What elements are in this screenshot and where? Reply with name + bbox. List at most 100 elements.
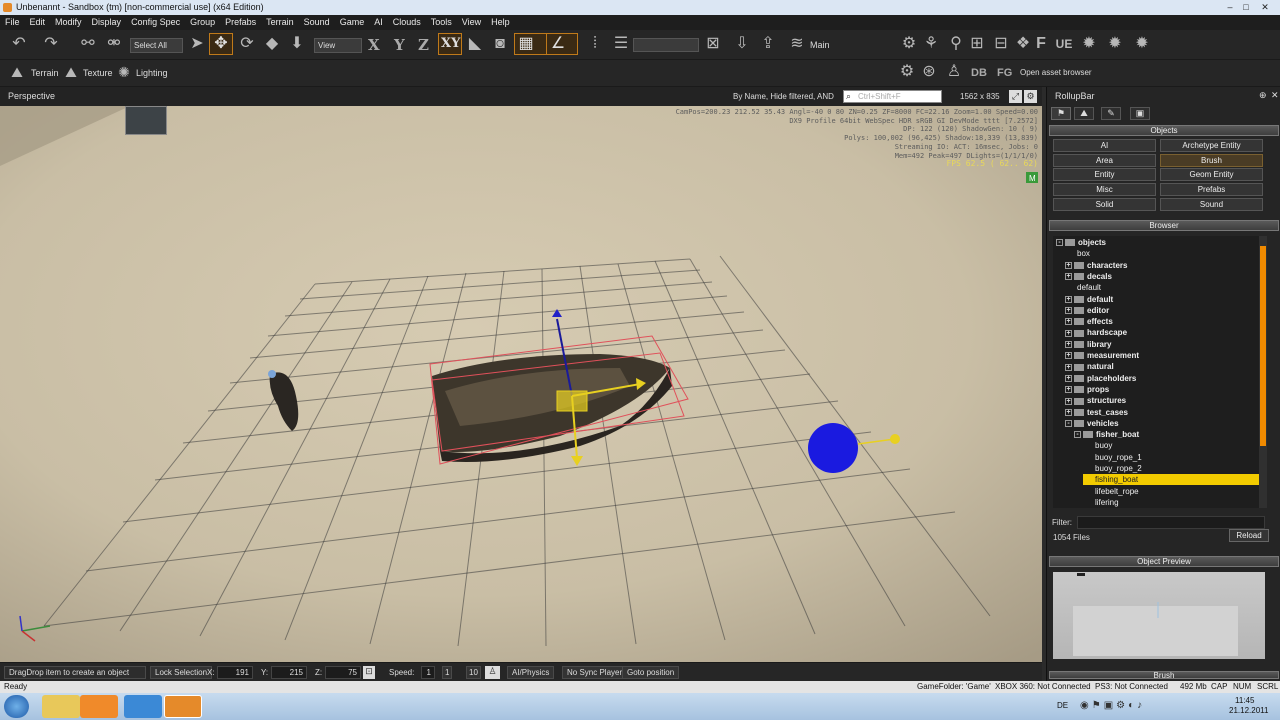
display-tab-icon[interactable]: ▣ [1130,107,1150,120]
object-preview-header[interactable]: Object Preview [1049,556,1279,567]
menu-group[interactable]: Group [185,15,220,30]
perspective-viewport[interactable]: M CamPos=200.23 212.52 35.43 Angl=-40 0 … [0,106,1042,662]
collapse-icon[interactable]: - [1074,431,1081,439]
expand-icon[interactable]: + [1065,397,1072,405]
misc-button[interactable]: Misc [1053,183,1156,196]
collapse-icon[interactable]: - [1056,239,1063,247]
export-icon[interactable]: ⇩ [731,34,753,54]
expand-icon[interactable]: + [1065,295,1072,303]
axis-z-button[interactable]: Z [418,36,429,54]
menu-prefabs[interactable]: Prefabs [220,15,261,30]
menu-display[interactable]: Display [87,15,127,30]
menu-clouds[interactable]: Clouds [388,15,426,30]
lock-icon[interactable]: ⊡ [363,666,375,679]
start-button[interactable] [4,695,29,718]
scale-icon[interactable]: ◆ [261,34,283,54]
tool-icon-4[interactable]: ⊞ [966,34,988,54]
lock-selection-button[interactable]: Lock Selection [150,666,213,679]
ui-editor-icon[interactable]: UE [1053,34,1075,54]
tree-item[interactable]: + natural [1065,361,1259,372]
viewport-options-icon[interactable]: ⚙ [1024,90,1037,103]
expand-icon[interactable]: + [1065,374,1072,382]
viewport-title[interactable]: Perspective [8,91,55,101]
expand-icon[interactable]: + [1065,307,1072,315]
menu-help[interactable]: Help [486,15,515,30]
tree-scrollbar-thumb[interactable] [1260,246,1266,446]
sandbox-taskbar-icon[interactable] [164,695,202,718]
ai-button[interactable]: AI [1053,139,1156,152]
layers-icon[interactable]: ≋ [786,34,808,54]
menu-modify[interactable]: Modify [50,15,87,30]
layer-list-icon[interactable]: ☰ [610,34,632,54]
object-browser-tree[interactable]: - objects box + characters + decals default + def… [1053,236,1259,508]
speed-preset-1[interactable]: 1 [442,666,453,679]
terrain-tab-icon[interactable]: ⛰ [1074,107,1094,120]
axis-x-button[interactable]: X [368,36,380,54]
y-coordinate-field[interactable]: 215 [271,666,307,679]
asset-browser-button[interactable]: Open asset browser [1020,66,1092,80]
expand-icon[interactable]: + [1065,273,1072,281]
tree-item[interactable]: lifebelt_rope [1083,486,1259,497]
speed-preset-10[interactable]: 10 [466,666,481,679]
area-button[interactable]: Area [1053,154,1156,167]
unlink-icon[interactable]: ⚮ [103,34,125,54]
language-indicator[interactable]: DE [1057,701,1068,710]
flowgraph-button[interactable]: FG [997,66,1012,80]
expand-icon[interactable]: + [1065,408,1072,416]
brush-button[interactable]: Brush [1160,154,1263,167]
tree-item[interactable]: + default [1065,294,1259,305]
tree-item[interactable]: + placeholders [1065,373,1259,384]
redo-icon[interactable]: ↷ [40,34,62,54]
tree-item[interactable]: + props [1065,384,1259,395]
select-arrow-icon[interactable]: ➤ [186,34,208,54]
layer-dropdown[interactable] [633,38,699,52]
prefabs-button[interactable]: Prefabs [1160,183,1263,196]
undo-icon[interactable]: ↶ [8,34,30,54]
no-sync-player-button[interactable]: No Sync Player [562,666,628,679]
tool-icon-8[interactable]: ✹ [1104,34,1126,54]
tree-item[interactable]: + characters [1065,260,1259,271]
geom-entity-button[interactable]: Geom Entity [1160,168,1263,181]
tray-icons[interactable]: ◉⚑▣⚙◐♪ [1080,700,1145,711]
tool-icon-5[interactable]: ⊟ [990,34,1012,54]
menu-file[interactable]: File [0,15,25,30]
pin-icon[interactable]: ⊕ [1259,90,1267,101]
tree-item[interactable]: default [1065,282,1259,293]
menu-sound[interactable]: Sound [299,15,335,30]
expand-icon[interactable]: + [1065,261,1072,269]
tool-icon-7[interactable]: ✹ [1078,34,1100,54]
entity-button[interactable]: Entity [1053,168,1156,181]
player-icon[interactable]: ♙ [485,666,500,679]
x-coordinate-field[interactable]: 191 [217,666,253,679]
rotate-icon[interactable]: ⟳ [236,34,258,54]
axis-y-button[interactable]: Y [394,36,405,54]
database-button[interactable]: DB [971,66,987,80]
menu-game[interactable]: Game [335,15,370,30]
tree-item[interactable]: fishing_boat [1083,474,1259,486]
close-button[interactable]: ✕ [1259,2,1271,13]
terrain-snap-icon[interactable]: ◣ [464,34,486,54]
viewport-search-input[interactable]: Ctrl+Shift+F [843,90,942,103]
ai-physics-button[interactable]: AI/Physics [507,666,555,679]
tree-item[interactable]: buoy_rope_1 [1083,452,1259,463]
character-icon[interactable]: ♙ [943,62,965,82]
tree-item[interactable]: + effects [1065,316,1259,327]
objects-section-header[interactable]: Objects [1049,125,1279,136]
solid-button[interactable]: Solid [1053,198,1156,211]
collapse-icon[interactable]: - [1065,420,1072,428]
tool-icon-2[interactable]: ⚘ [920,34,942,54]
archetype-entity-button[interactable]: Archetype Entity [1160,139,1263,152]
clock-date[interactable]: 21.12.2011 [1229,706,1268,715]
menu-edit[interactable]: Edit [25,15,51,30]
select-all-dropdown[interactable]: Select All [130,38,183,53]
objects-tab-icon[interactable]: ⚑ [1051,107,1071,120]
texture-button[interactable]: Texture [83,66,113,80]
browser-section-header[interactable]: Browser [1049,220,1279,231]
tree-item[interactable]: + test_cases [1065,407,1259,418]
sound-button[interactable]: Sound [1160,198,1263,211]
maximize-button[interactable]: □ [1240,2,1252,13]
modify-tab-icon[interactable]: ✎ [1101,107,1121,120]
filter-input[interactable] [1077,516,1265,529]
main-layer-label[interactable]: Main [810,38,830,52]
expand-icon[interactable]: + [1065,386,1072,394]
